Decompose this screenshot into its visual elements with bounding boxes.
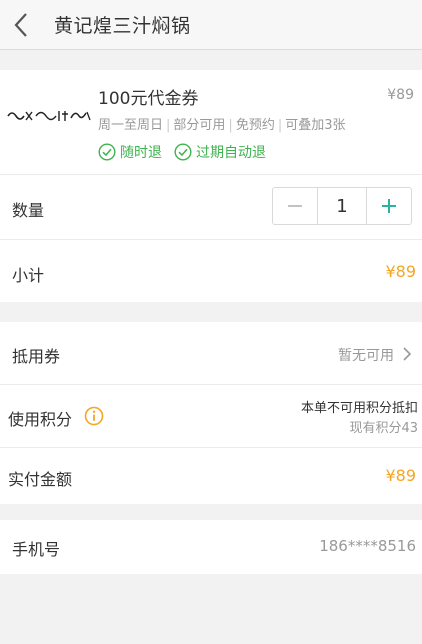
deal-info[interactable]: 100元代金券 ¥89 周一至周日 | 部分可用 | 免预约 | 可叠加3张 随时退 过期自… bbox=[0, 70, 422, 174]
meta-item: 周一至周日 bbox=[98, 118, 164, 133]
voucher-label: 抵用券 bbox=[12, 347, 61, 366]
tag-label: 过期自动退 bbox=[196, 145, 266, 161]
meta-item: 免预约 bbox=[235, 118, 275, 133]
quantity-row: 数量 1 bbox=[0, 175, 422, 239]
deal-tags: 随时退 过期自动退 bbox=[98, 142, 266, 162]
decrement-button[interactable] bbox=[273, 188, 317, 224]
meta-item: 可叠加3张 bbox=[285, 118, 346, 133]
phone-section[interactable]: 手机号 186****8516 bbox=[0, 520, 422, 574]
subtotal-value: ¥89 bbox=[385, 262, 416, 281]
voucher-value: 暂无可用 bbox=[338, 348, 394, 364]
pay-label: 实付金额 bbox=[8, 470, 73, 489]
chevron-left-icon bbox=[14, 12, 27, 37]
points-balance: 现有积分43 bbox=[349, 421, 418, 436]
page-title: 黄记煌三汁焖锅 bbox=[54, 15, 191, 37]
chevron-right-icon bbox=[403, 347, 412, 361]
subtotal-row: 小计 ¥89 bbox=[0, 240, 422, 302]
pay-row: 实付金额 ¥89 bbox=[0, 448, 422, 504]
check-circle-icon bbox=[98, 143, 116, 161]
phone-label: 手机号 bbox=[12, 540, 61, 559]
deal-original-price: ¥89 bbox=[387, 87, 414, 103]
quantity-label: 数量 bbox=[12, 201, 45, 220]
tag-refund-anytime: 随时退 bbox=[98, 142, 162, 162]
info-icon[interactable] bbox=[84, 406, 104, 426]
quantity-value[interactable]: 1 bbox=[317, 188, 367, 224]
deal-title: 100元代金券 bbox=[98, 89, 199, 109]
back-button[interactable] bbox=[0, 0, 42, 50]
deal-meta: 周一至周日 | 部分可用 | 免预约 | 可叠加3张 bbox=[98, 118, 346, 133]
subtotal-label: 小计 bbox=[12, 266, 45, 285]
check-circle-icon bbox=[174, 143, 192, 161]
quantity-stepper[interactable]: 1 bbox=[272, 187, 412, 225]
meta-item: 部分可用 bbox=[173, 118, 226, 133]
phone-value: 186****8516 bbox=[319, 537, 416, 555]
nav-header: 黄记煌三汁焖锅 bbox=[0, 0, 422, 50]
tag-auto-refund: 过期自动退 bbox=[174, 142, 266, 162]
tag-label: 随时退 bbox=[120, 145, 162, 161]
voucher-row[interactable]: 抵用券 暂无可用 bbox=[0, 322, 422, 384]
plus-icon bbox=[382, 199, 396, 213]
points-label: 使用积分 bbox=[8, 410, 73, 429]
deal-card: 100元代金券 ¥89 周一至周日 | 部分可用 | 免预约 | 可叠加3张 随时退 过期自… bbox=[0, 70, 422, 302]
points-status: 本单不可用积分抵扣 bbox=[300, 401, 418, 416]
minus-icon bbox=[288, 205, 302, 207]
payment-section: 抵用券 暂无可用 使用积分 本单不可用积分抵扣 现有积分43 实付金额 ¥89 bbox=[0, 322, 422, 504]
merchant-logo bbox=[7, 111, 91, 121]
points-row: 使用积分 本单不可用积分抵扣 现有积分43 bbox=[0, 385, 422, 447]
pay-value: ¥89 bbox=[385, 466, 416, 485]
increment-button[interactable] bbox=[367, 188, 411, 224]
